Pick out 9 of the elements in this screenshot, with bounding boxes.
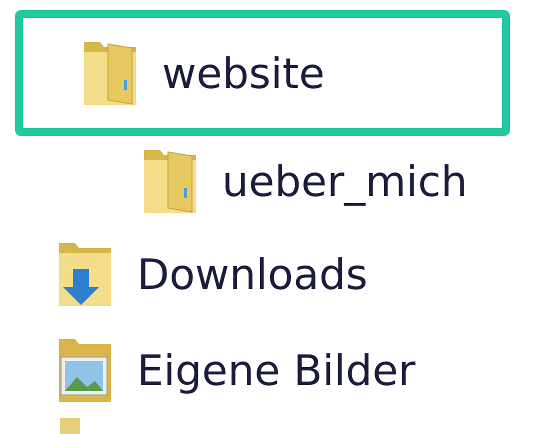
item-label: ueber_mich xyxy=(222,156,468,206)
folder-icon xyxy=(60,418,80,434)
item-label: Eigene Bilder xyxy=(137,346,416,394)
tree-item[interactable]: website xyxy=(80,37,325,109)
tree-item[interactable]: Eigene Bilder xyxy=(55,334,416,406)
item-label: website xyxy=(162,48,325,98)
item-label: Downloads xyxy=(137,250,368,298)
tree-item[interactable]: ueber_mich xyxy=(140,145,468,217)
tree-item[interactable]: Downloads xyxy=(55,238,368,310)
